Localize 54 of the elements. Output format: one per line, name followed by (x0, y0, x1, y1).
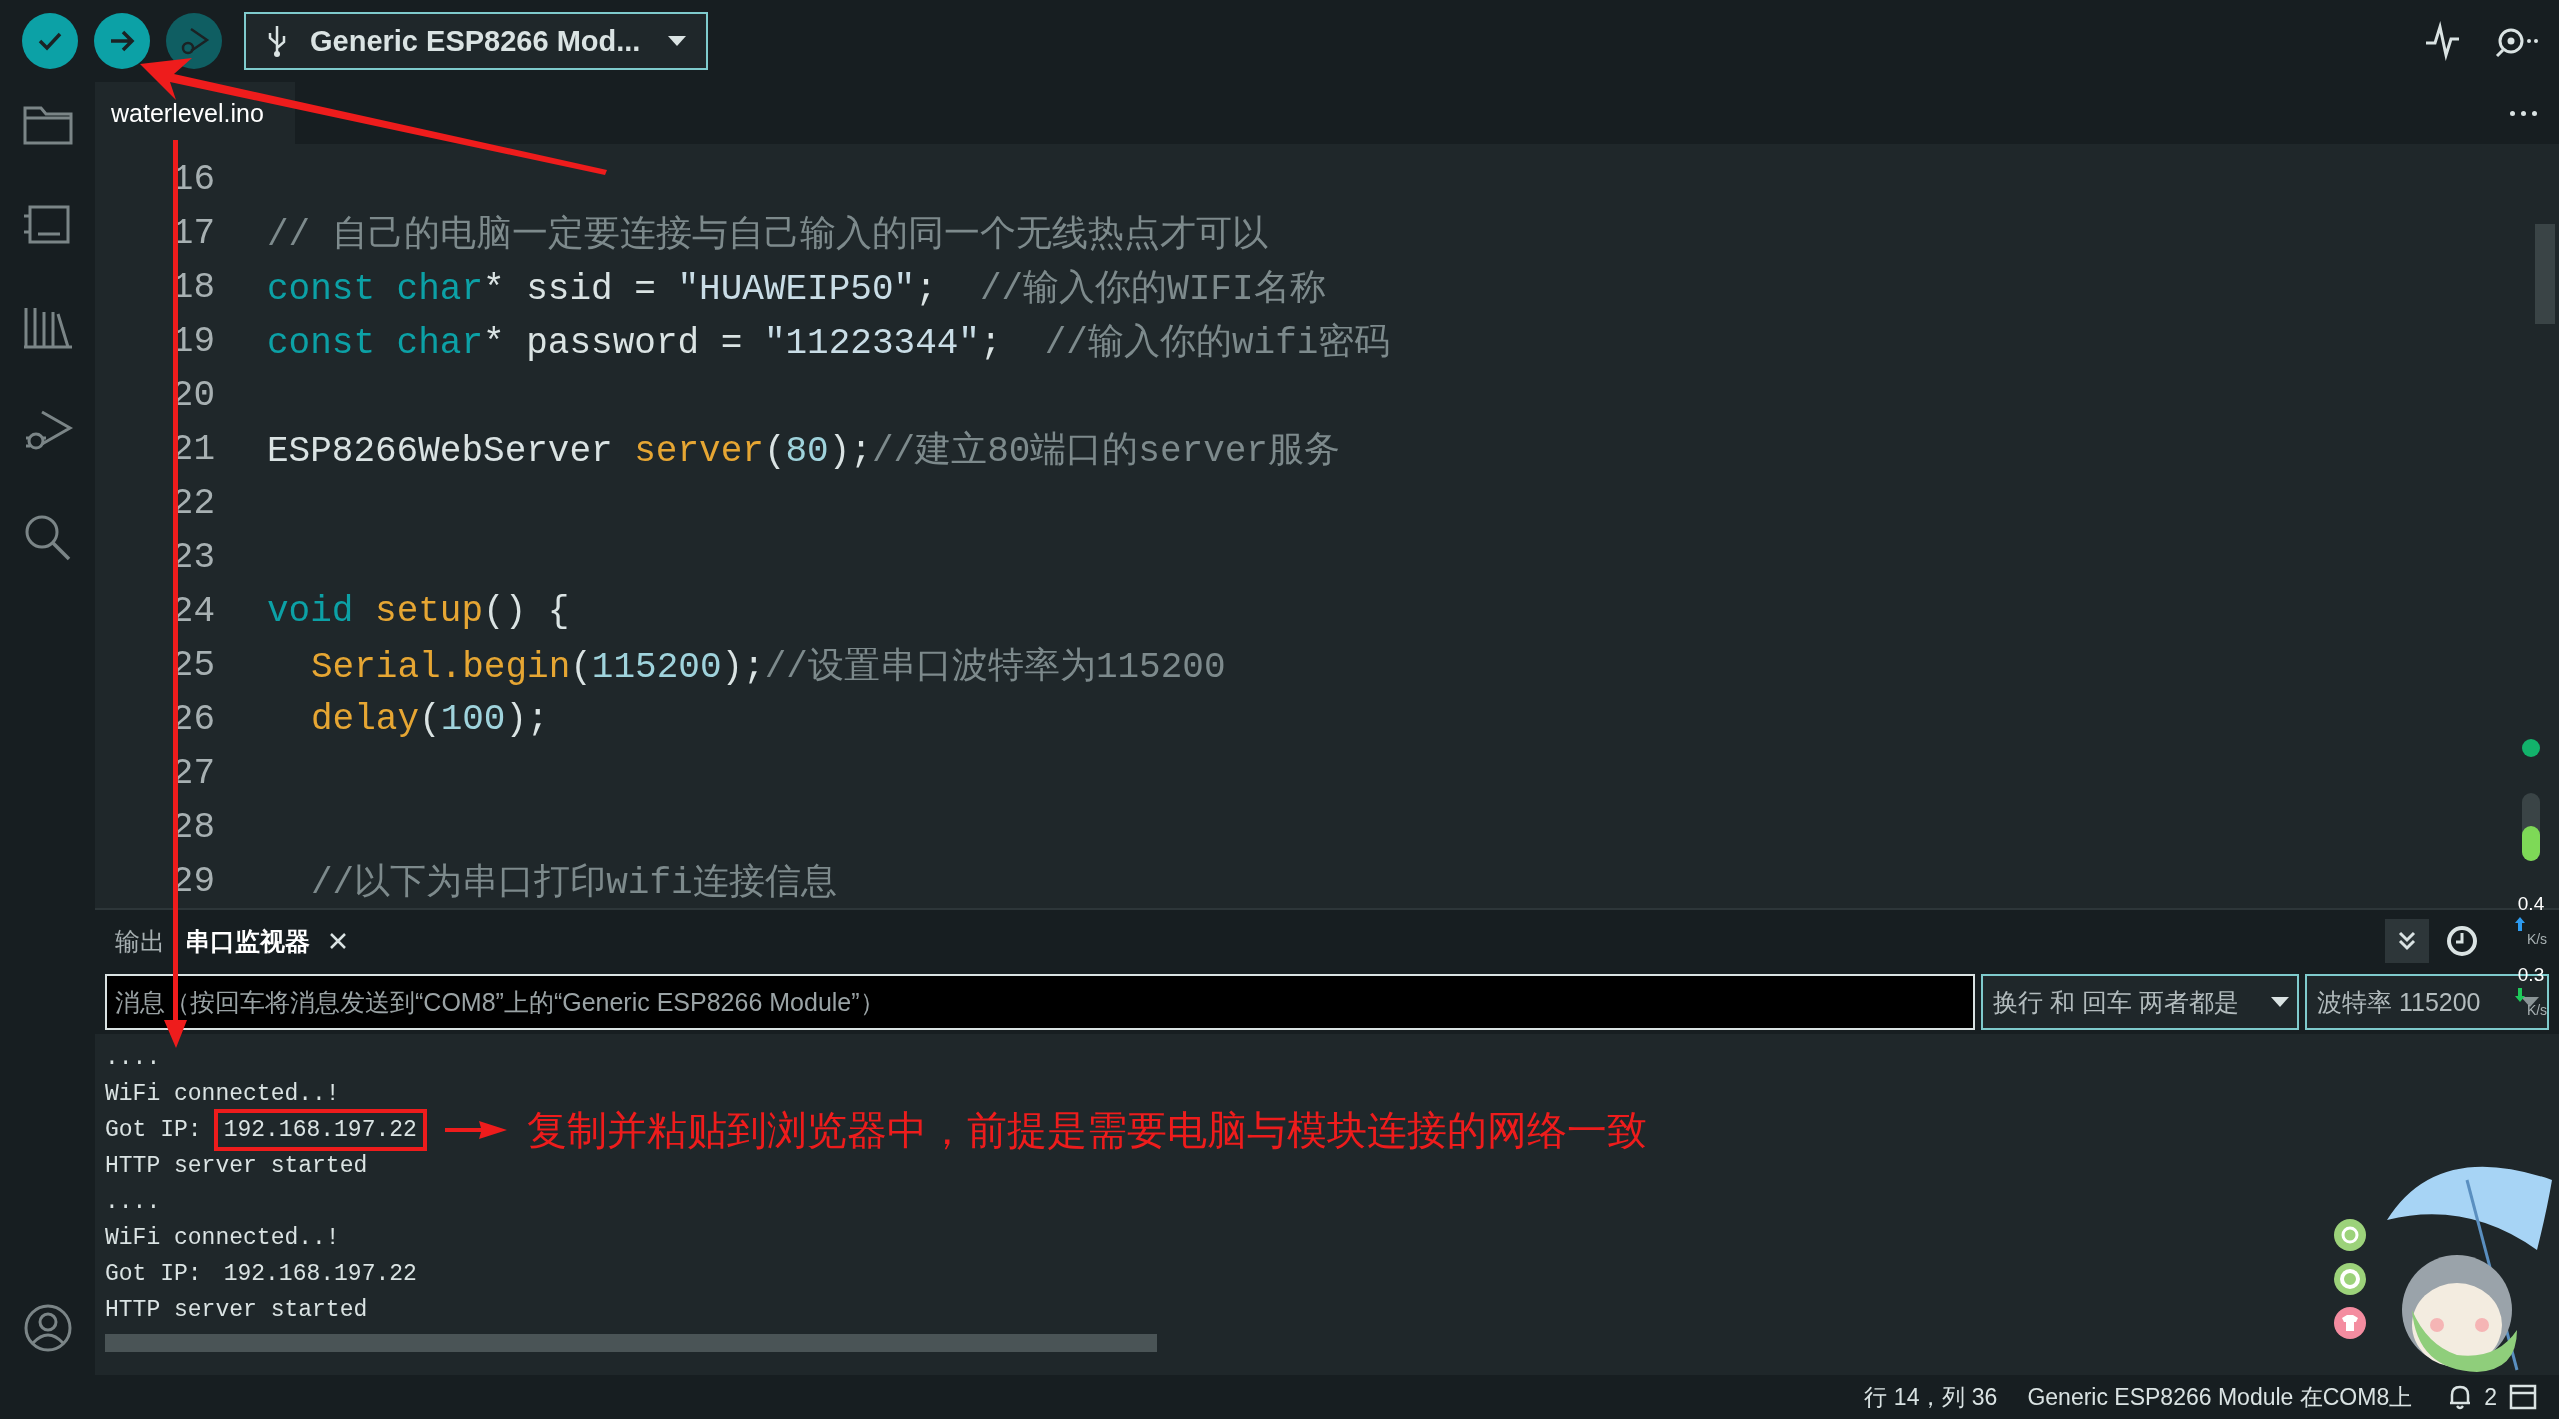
code-line: void setup() { (267, 590, 570, 632)
bell-icon[interactable] (2448, 1384, 2473, 1410)
download-arrow-icon (2514, 988, 2525, 1002)
code-line: const char* password = "11223344"; //输入你的wifi密码 (267, 321, 1391, 366)
output-line: HTTP server started (105, 1297, 368, 1323)
battery-icon (2521, 792, 2541, 862)
speed-unit: K/s (2526, 932, 2548, 946)
close-icon[interactable] (328, 931, 348, 951)
output-line: WiFi connected..! (105, 1225, 340, 1251)
caret-icon (2271, 997, 2289, 1007)
code-line: //以下为串口打印wifi连接信息 (310, 861, 837, 906)
code-line: // 自己的电脑一定要连接与自己输入的同一个无线热点才可以 (267, 213, 1268, 258)
file-tab[interactable]: waterlevel.ino (95, 82, 295, 144)
cursor-position[interactable]: 行 14，列 36 (1864, 1381, 1998, 1413)
flower-icon[interactable] (2333, 1262, 2367, 1296)
code-line: delay(100); (310, 698, 549, 740)
output-line: .... (105, 1189, 161, 1215)
output-line: Got IP: (105, 1117, 202, 1143)
upload-arrow-icon (2514, 917, 2525, 931)
autoscroll-button[interactable] (2385, 919, 2429, 963)
board-selector[interactable]: Generic ESP8266 Mod... (244, 12, 708, 70)
code-line: ESP8266WebServer server(80);//建立80端口的server服务 (267, 429, 1340, 474)
output-line: WiFi connected..! (105, 1081, 340, 1107)
folder-icon[interactable] (21, 104, 74, 146)
output-line: .... (105, 1045, 161, 1071)
scrollbar[interactable] (2535, 224, 2555, 324)
ip-address: 192.168.197.22 (222, 1260, 418, 1289)
clock-icon[interactable] (2445, 924, 2479, 958)
panel-tab[interactable]: 输出 (105, 918, 175, 964)
message-field[interactable]: 消息（按回车将消息发送到“COM8”上的“Generic ESP8266 Module”） (105, 974, 1975, 1030)
panel-toggle-icon[interactable] (2509, 1384, 2537, 1410)
output-line: Got IP: (105, 1261, 202, 1287)
status-dot-icon (2521, 738, 2541, 758)
panel-tab[interactable]: 串口监视器 (175, 918, 320, 964)
code-line: Serial.begin(115200);//设置串口波特率为115200 (310, 645, 1226, 690)
notification-count[interactable]: 2 (2484, 1383, 2497, 1411)
line-ending-dropdown[interactable]: 换行 和 回车 两者都是 (1981, 974, 2299, 1030)
scrollbar[interactable] (105, 1334, 1157, 1352)
code-line: const char* ssid = "HUAWEIP50"; //输入你的WIFI名称 (267, 267, 1326, 312)
annotation-note: 复制并粘贴到浏览器中，前提是需要电脑与模块连接的网络一致 (526, 1106, 1647, 1154)
caret-icon (668, 36, 686, 46)
speed-unit: K/s (2526, 1003, 2548, 1017)
upload-speed: 0.4 (2517, 894, 2545, 913)
board-status[interactable]: Generic ESP8266 Module 在COM8上 (2027, 1381, 2413, 1413)
verify-button[interactable] (22, 13, 78, 69)
annotation-arrow (444, 1118, 507, 1142)
upload-button[interactable] (94, 13, 150, 69)
ip-address: 192.168.197.22 (213, 1109, 427, 1151)
flower-icon[interactable] (2333, 1306, 2367, 1340)
line-number: 18 (170, 266, 215, 308)
output-line: HTTP server started (105, 1153, 368, 1179)
usb-icon (266, 24, 288, 58)
flower-icon[interactable] (2333, 1218, 2367, 1252)
account-icon[interactable] (22, 1303, 73, 1353)
